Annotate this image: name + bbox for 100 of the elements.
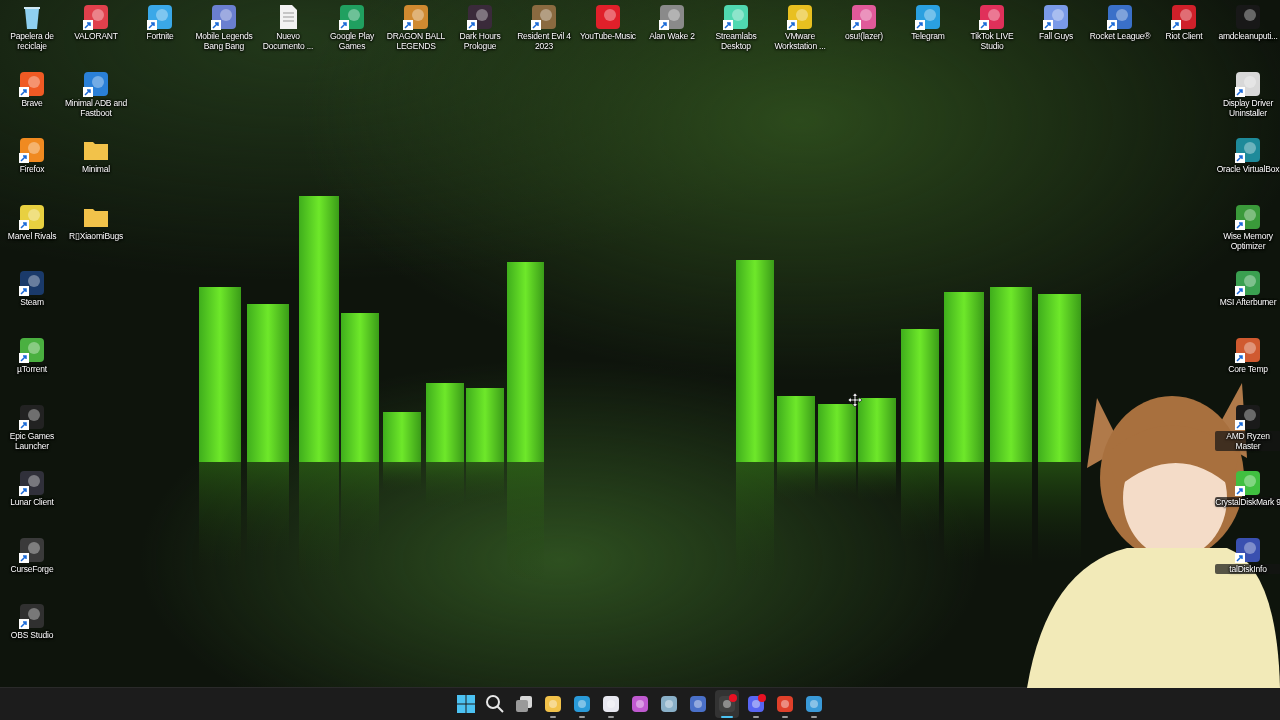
shortcut-label: µTorrent	[16, 363, 48, 374]
desktop-shortcut[interactable]: Alan Wake 2	[640, 0, 704, 67]
shortcut-label: YouTube-Music	[579, 31, 637, 41]
app-icon	[530, 3, 558, 31]
desktop-shortcut[interactable]: Minimal	[64, 133, 128, 200]
app-icon	[543, 694, 563, 714]
shortcut-label: amdcleanuputi...	[1217, 31, 1279, 41]
desktop-shortcut[interactable]: CrystalDiskMark 9	[1216, 466, 1280, 533]
desktop-shortcut[interactable]: DRAGON BALL LEGENDS	[384, 0, 448, 67]
desktop-shortcut[interactable]: MSI Afterburner	[1216, 266, 1280, 333]
desktop-shortcut[interactable]: VALORANT	[64, 0, 128, 67]
app-icon	[786, 3, 814, 31]
app-icon	[1234, 269, 1262, 298]
shortcut-label: DRAGON BALL LEGENDS	[385, 31, 447, 51]
shortcut-label: OBS Studio	[9, 630, 55, 641]
app-icon	[1234, 136, 1262, 165]
desktop-shortcut[interactable]: Firefox	[0, 133, 64, 200]
shortcut-label: Alan Wake 2	[648, 31, 696, 41]
shortcut-label: VMware Workstation ...	[773, 31, 827, 51]
desktop-shortcut[interactable]: Lunar Client	[0, 466, 64, 533]
app-icon	[1234, 202, 1262, 231]
app-icon	[722, 3, 750, 31]
app-icon	[146, 3, 174, 31]
shortcut-label: Minimal ADB and Fastboot	[63, 97, 129, 118]
shortcut-label: Mobile Legends Bang Bang	[194, 31, 254, 51]
desktop-shortcut[interactable]: Fortnite	[128, 0, 192, 67]
search-icon	[485, 694, 505, 714]
shortcut-label: Brave	[20, 97, 44, 108]
app-icon	[775, 694, 795, 714]
desktop-shortcut[interactable]: Marvel Rivals	[0, 199, 64, 267]
desktop-shortcut[interactable]: Epic Games Launcher	[0, 399, 64, 467]
app-icon	[601, 694, 621, 714]
app-icon	[630, 694, 650, 714]
desktop-shortcut[interactable]: µTorrent	[0, 332, 64, 400]
shortcut-label: Streamlabs Desktop	[714, 31, 758, 51]
desktop-shortcut[interactable]: YouTube-Music	[576, 0, 640, 67]
app-icon	[978, 3, 1006, 31]
desktop-shortcut[interactable]: Telegram	[896, 0, 960, 67]
shortcut-label: osu!(lazer)	[844, 31, 884, 41]
shortcut-label: TikTok LIVE Studio	[969, 31, 1015, 51]
desktop-shortcut[interactable]: Streamlabs Desktop	[704, 0, 768, 67]
app-icon	[82, 69, 110, 98]
app-icon	[746, 694, 766, 714]
shortcut-label: Rocket League®	[1088, 31, 1152, 41]
desktop-shortcut[interactable]: Wise Memory Optimizer	[1216, 199, 1280, 267]
desktop-shortcut[interactable]: Papelera de reciclaje	[0, 0, 64, 67]
shortcut-label: talDiskInfo	[1215, 563, 1280, 574]
shortcut-label: Dark Hours Prologue	[458, 31, 502, 51]
desktop-shortcut[interactable]: Fall Guys	[1024, 0, 1088, 67]
app-icon	[402, 3, 430, 31]
desktop-shortcut[interactable]: OBS Studio	[0, 599, 64, 666]
desktop-shortcut[interactable]: Display Driver Uninstaller	[1216, 66, 1280, 134]
taskbar-app-button[interactable]	[715, 690, 739, 718]
task-view-icon	[514, 694, 534, 714]
shortcut-label: Minimal	[81, 164, 111, 175]
desktop-shortcut[interactable]: R▯XiaomiBugs	[64, 199, 128, 267]
desktop-shortcut[interactable]: Brave	[0, 66, 64, 134]
desktop-shortcut[interactable]: Riot Client	[1152, 0, 1216, 67]
app-icon	[914, 3, 942, 31]
desktop-shortcut[interactable]: VMware Workstation ...	[768, 0, 832, 67]
desktop-shortcut[interactable]: Google Play Games	[320, 0, 384, 67]
app-icon	[18, 402, 46, 431]
shortcut-label: Oracle VirtualBox	[1215, 164, 1280, 175]
shortcut-label: Steam	[19, 297, 45, 308]
app-icon	[18, 136, 46, 165]
desktop-shortcut[interactable]: Dark Hours Prologue	[448, 0, 512, 67]
app-icon	[1234, 335, 1262, 364]
desktop-shortcut[interactable]: Minimal ADB and Fastboot	[64, 66, 128, 134]
desktop-shortcut[interactable]: Resident Evil 4 2023	[512, 0, 576, 67]
app-icon	[18, 535, 46, 564]
desktop-shortcut[interactable]: Steam	[0, 266, 64, 333]
app-icon	[1234, 402, 1262, 431]
shortcut-label: CurseForge	[9, 563, 55, 574]
app-icon	[1234, 535, 1262, 564]
desktop-shortcut[interactable]: Mobile Legends Bang Bang	[192, 0, 256, 67]
app-icon	[1170, 3, 1198, 31]
app-icon	[18, 269, 46, 298]
app-icon	[572, 694, 592, 714]
desktop-shortcut[interactable]: talDiskInfo	[1216, 532, 1280, 600]
desktop-shortcut[interactable]: Nuevo Documento ...	[256, 0, 320, 67]
app-icon	[82, 3, 110, 31]
app-icon	[18, 335, 46, 364]
desktop-shortcut[interactable]: Rocket League®	[1088, 0, 1152, 67]
shortcut-label: Fortnite	[145, 31, 175, 41]
app-icon	[850, 3, 878, 31]
app-icon	[717, 694, 737, 714]
desktop-shortcut[interactable]: CurseForge	[0, 532, 64, 600]
shortcut-label: Papelera de reciclaje	[9, 31, 55, 51]
desktop-shortcut[interactable]: Core Temp	[1216, 332, 1280, 400]
desktop-shortcut[interactable]: Oracle VirtualBox	[1216, 133, 1280, 200]
desktop-shortcut[interactable]: AMD Ryzen Master	[1216, 399, 1280, 467]
app-icon	[1234, 69, 1262, 98]
shortcut-label: Wise Memory Optimizer	[1222, 230, 1274, 251]
app-icon	[18, 469, 46, 498]
shortcut-label: Lunar Client	[9, 497, 55, 508]
desktop-shortcut[interactable]: amdcleanuputi...	[1216, 0, 1280, 67]
desktop-shortcut[interactable]: TikTok LIVE Studio	[960, 0, 1024, 67]
shortcut-label: CrystalDiskMark 9	[1215, 497, 1280, 508]
app-icon	[659, 694, 679, 714]
desktop-shortcut[interactable]: osu!(lazer)	[832, 0, 896, 67]
